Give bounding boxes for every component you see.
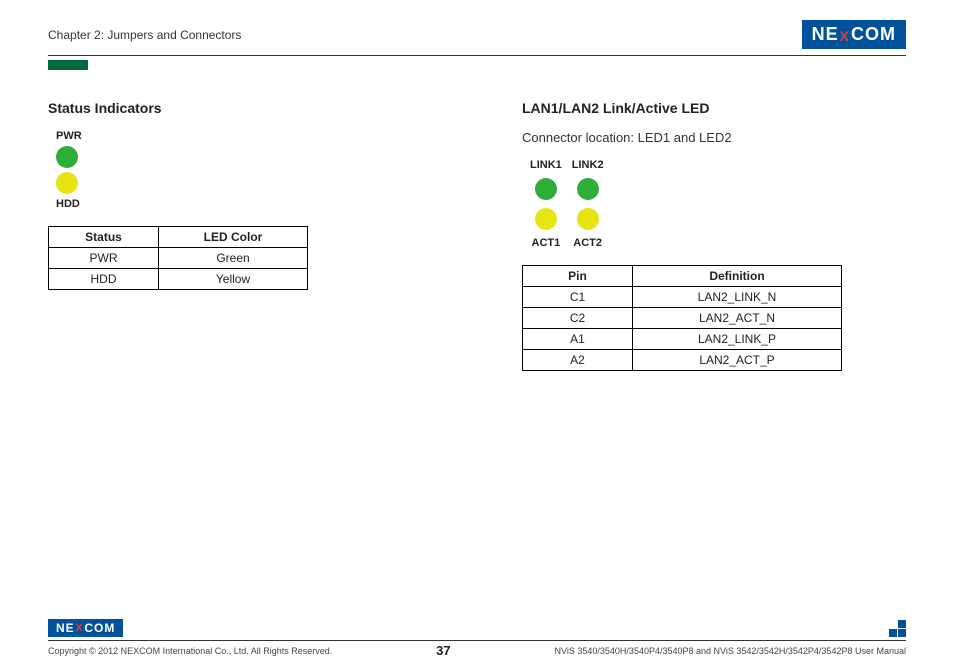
logo-post: COM (84, 621, 115, 635)
def-cell: LAN2_ACT_N (633, 308, 842, 329)
left-column: Status Indicators PWR HDD Status LED Col… (48, 100, 432, 371)
logo-x-icon: X (840, 28, 850, 44)
hdd-led-icon (56, 172, 78, 194)
nexcom-logo-footer: NEXCOM (48, 619, 123, 637)
table-row: Pin Definition (523, 266, 842, 287)
hdd-label: HDD (56, 198, 432, 210)
color-cell: Green (159, 248, 308, 269)
status-table: Status LED Color PWR Green HDD Yellow (48, 226, 308, 290)
copyright-text: Copyright © 2012 NEXCOM International Co… (48, 646, 332, 656)
table-row: A1 LAN2_LINK_P (523, 329, 842, 350)
pin-header: Pin (523, 266, 633, 287)
chapter-title: Chapter 2: Jumpers and Connectors (48, 28, 241, 42)
right-column: LAN1/LAN2 Link/Active LED Connector loca… (522, 100, 906, 371)
pin-cell: C2 (523, 308, 633, 329)
manual-title: NViS 3540/3540H/3540P4/3540P8 and NViS 3… (555, 646, 906, 656)
act2-label: ACT2 (573, 237, 602, 249)
nexcom-logo-top: NEXCOM (802, 20, 906, 49)
link2-led-icon (577, 178, 599, 200)
table-row: C1 LAN2_LINK_N (523, 287, 842, 308)
footer-divider (48, 640, 906, 641)
link2-label: LINK2 (572, 159, 604, 171)
pwr-label: PWR (56, 130, 432, 142)
act2-led-icon (577, 208, 599, 230)
pin-cell: A2 (523, 350, 633, 371)
def-cell: LAN2_LINK_P (633, 329, 842, 350)
table-row: A2 LAN2_ACT_P (523, 350, 842, 371)
page-number: 37 (436, 643, 450, 658)
pin-cell: A1 (523, 329, 633, 350)
link1-led-icon (535, 178, 557, 200)
logo-pre: NE (56, 621, 75, 635)
status-cell: HDD (49, 269, 159, 290)
logo-x-icon: X (76, 623, 84, 634)
lan-table: Pin Definition C1 LAN2_LINK_N C2 LAN2_AC… (522, 265, 842, 371)
table-row: C2 LAN2_ACT_N (523, 308, 842, 329)
lan-led-block: LINK1 ACT1 LINK2 ACT2 (530, 159, 906, 249)
status-indicators-heading: Status Indicators (48, 100, 432, 116)
status-led-block: PWR HDD (56, 130, 432, 210)
status-header: Status (49, 227, 159, 248)
logo-pre: NE (812, 24, 839, 45)
lan-heading: LAN1/LAN2 Link/Active LED (522, 100, 906, 116)
act1-led-icon (535, 208, 557, 230)
color-header: LED Color (159, 227, 308, 248)
connector-location: Connector location: LED1 and LED2 (522, 130, 906, 145)
status-cell: PWR (49, 248, 159, 269)
header-divider (48, 55, 906, 56)
def-cell: LAN2_LINK_N (633, 287, 842, 308)
table-row: HDD Yellow (49, 269, 308, 290)
def-cell: LAN2_ACT_P (633, 350, 842, 371)
def-header: Definition (633, 266, 842, 287)
color-cell: Yellow (159, 269, 308, 290)
act1-label: ACT1 (532, 237, 561, 249)
footer-square-icon (889, 620, 906, 637)
logo-post: COM (851, 24, 896, 45)
table-row: PWR Green (49, 248, 308, 269)
pwr-led-icon (56, 146, 78, 168)
table-row: Status LED Color (49, 227, 308, 248)
accent-bar (48, 60, 88, 70)
link1-label: LINK1 (530, 159, 562, 171)
pin-cell: C1 (523, 287, 633, 308)
footer: NEXCOM Copyright © 2012 NEXCOM Internati… (0, 619, 954, 658)
